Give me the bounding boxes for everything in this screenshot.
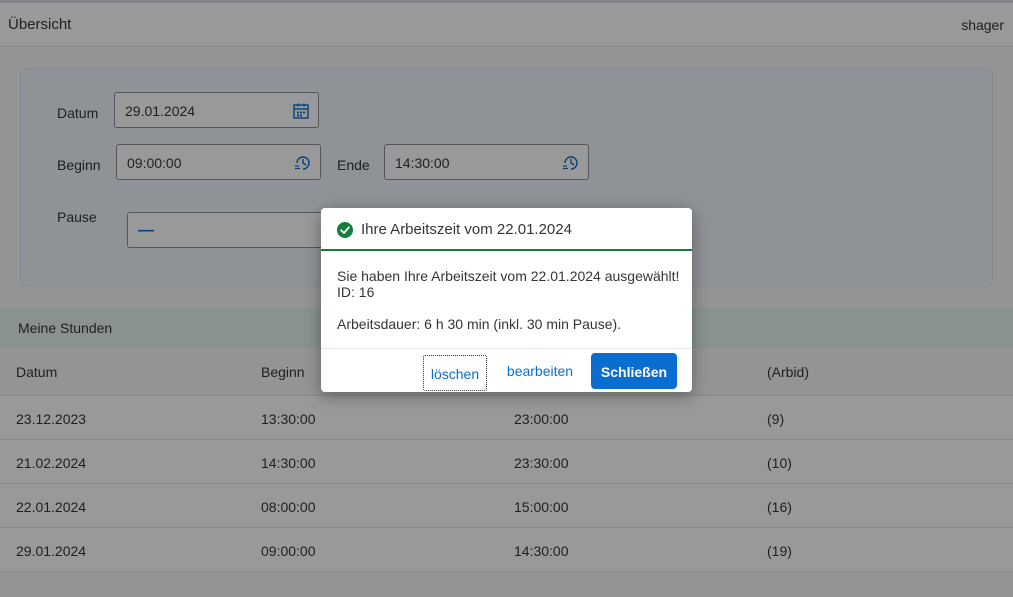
edit-button[interactable]: bearbeiten bbox=[501, 353, 579, 389]
edit-button-label: bearbeiten bbox=[506, 363, 574, 379]
delete-button[interactable]: löschen bbox=[423, 355, 487, 391]
dialog-selected-text: Sie haben Ihre Arbeitszeit vom 22.01.202… bbox=[337, 268, 680, 284]
dialog-duration-text: Arbeitsdauer: 6 h 30 min (inkl. 30 min P… bbox=[337, 316, 622, 332]
delete-button-label: löschen bbox=[430, 366, 480, 382]
close-button-label: Schließen bbox=[600, 364, 668, 380]
dialog-header: Ihre Arbeitszeit vom 22.01.2024 bbox=[321, 208, 692, 251]
success-check-icon bbox=[337, 222, 353, 238]
dialog-title: Ihre Arbeitszeit vom 22.01.2024 bbox=[361, 221, 572, 238]
dialog-id-text: ID: 16 bbox=[337, 284, 375, 300]
dialog-footer: löschen bearbeiten Schließen bbox=[321, 348, 692, 392]
work-time-dialog: Ihre Arbeitszeit vom 22.01.2024 Sie habe… bbox=[321, 208, 692, 392]
close-button[interactable]: Schließen bbox=[591, 353, 677, 389]
dialog-body: Sie haben Ihre Arbeitszeit vom 22.01.202… bbox=[337, 268, 682, 332]
